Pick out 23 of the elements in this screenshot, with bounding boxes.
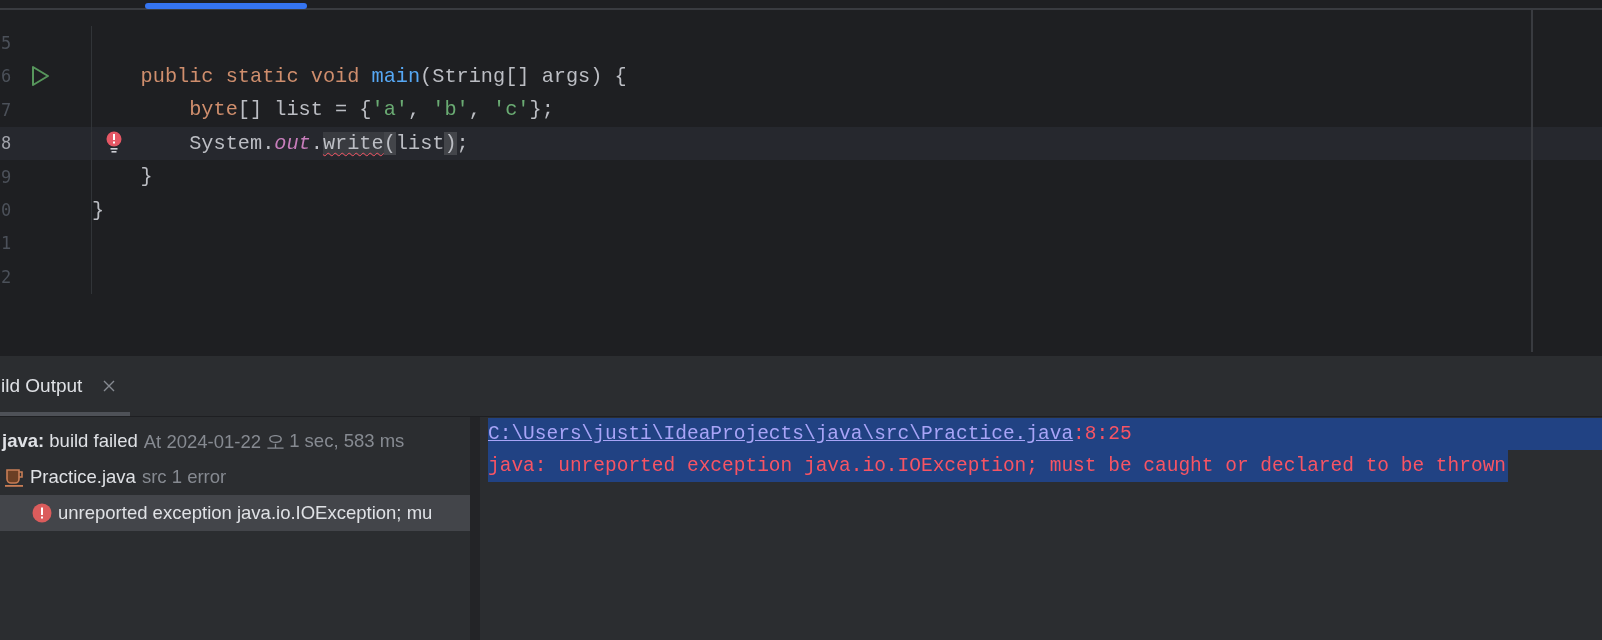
panel-tab[interactable]: ild Output <box>0 356 131 416</box>
tree-detail: At 2024-01-22 오 <box>143 429 286 454</box>
tree-item[interactable]: Practice.java src 1 error <box>0 459 470 495</box>
tree-label: unreported exception java.io.IOException; mu <box>58 502 433 524</box>
bulb-icon[interactable] <box>106 130 122 155</box>
run-icon[interactable] <box>30 65 50 88</box>
tree-label: Practice.java <box>30 466 136 488</box>
code-line: } <box>139 165 153 189</box>
line-number: 8 <box>1 133 13 154</box>
file-link[interactable]: C:\Users\justi\IdeaProjects\java\src\Practice.java <box>488 423 1074 445</box>
cup-icon <box>4 467 24 487</box>
tree-item[interactable]: unreported exception java.io.IOException; mu <box>0 495 470 531</box>
close-icon[interactable] <box>102 379 117 393</box>
code-line: System.out.write(list); <box>188 131 469 155</box>
build-duration: 1 sec, 583 ms <box>289 430 405 452</box>
code-line: public static void main(String[] args) { <box>139 64 627 88</box>
tree-detail: src 1 error <box>141 466 227 488</box>
code-line: } <box>92 198 105 222</box>
code-line: byte[] list = {'a', 'b', 'c'}; <box>188 98 554 122</box>
scrollbar-thumb[interactable] <box>145 3 307 9</box>
tree-item[interactable]: java: build failed At 2024-01-22 오 1 sec, 583 ms <box>0 423 470 459</box>
tree-label: java: build failed <box>2 430 138 452</box>
error-icon <box>32 503 52 523</box>
